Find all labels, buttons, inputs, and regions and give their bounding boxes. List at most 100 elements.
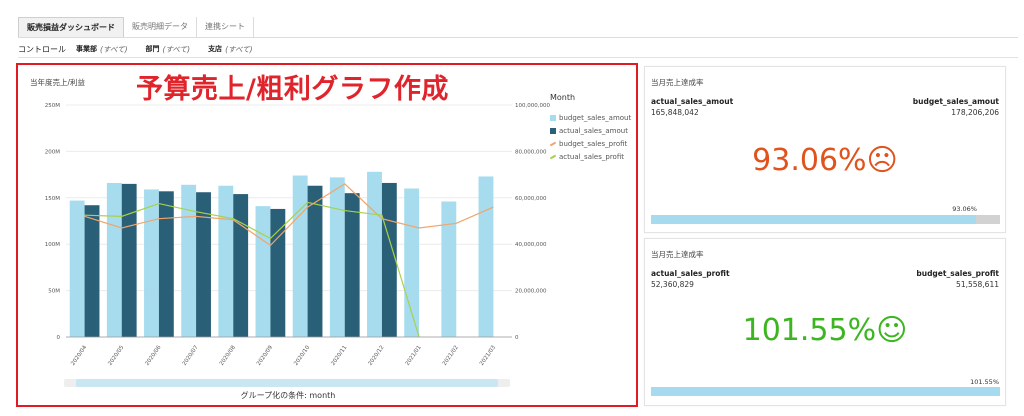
controls-bar: コントロール 事業部 (すべて) 部門 (すべて) 支店 (すべて)	[18, 42, 271, 56]
bar-budget-sales-amout	[478, 176, 494, 337]
legend-title: Month	[550, 93, 576, 102]
kpi-budget-label: budget_sales_amout	[912, 97, 999, 106]
legend-swatch-budget-sales-amout	[550, 114, 556, 121]
x-tick-label: 2021/01	[405, 345, 423, 367]
bar-budget-sales-amout	[367, 171, 382, 337]
annotation-title: 予算売上/粗利グラフ作成	[136, 74, 449, 105]
bar-budget-sales-amout	[144, 189, 159, 337]
right-tick-label: 80,000,000	[515, 149, 547, 155]
x-tick-label: 2020/04	[70, 344, 88, 367]
x-tick-label: 2020/07	[182, 344, 200, 367]
right-tick-label: 60,000,000	[515, 196, 547, 202]
bar-actual-sales-amout	[121, 183, 137, 337]
bar-budget-sales-amout	[292, 175, 308, 337]
right-tick-label: 0	[515, 335, 519, 341]
bar-budget-sales-amout	[441, 201, 457, 337]
legend-item-budget-sales-amout[interactable]: budget_sales_amout	[550, 111, 631, 124]
bar-actual-sales-amout	[233, 194, 249, 337]
kpi-progress-bar	[651, 215, 1000, 224]
filter-branch-label: 支店	[208, 45, 223, 53]
x-tick-label: 2020/06	[145, 344, 163, 367]
kpi-budget-label: budget_sales_profit	[916, 269, 999, 278]
bar-actual-sales-amout	[84, 205, 100, 337]
legend-label-actual-sales-profit: actual_sales_profit	[559, 152, 624, 161]
bar-budget-sales-amout	[329, 177, 345, 337]
right-tick-label: 40,000,000	[515, 242, 547, 248]
kpi-card-profit-achievement[interactable]: 当月売上達成率 actual_sales_profit 52,360,829 b…	[644, 238, 1006, 406]
bar-budget-sales-amout	[218, 185, 234, 337]
controls-title[interactable]: コントロール	[18, 44, 66, 55]
chart-scrollbar[interactable]	[64, 379, 510, 387]
sad-face-icon: ☹	[866, 143, 898, 178]
kpi-title: 当月売上達成率	[651, 78, 704, 87]
x-tick-label: 2020/05	[107, 344, 125, 367]
x-tick-label: 2020/10	[293, 344, 311, 367]
bar-actual-sales-amout	[307, 185, 323, 337]
filter-branch-value: (すべて)	[225, 44, 253, 54]
bar-actual-sales-amout	[158, 191, 174, 337]
x-tick-label: 2021/02	[442, 345, 460, 367]
left-tick-label: 200M	[45, 149, 60, 155]
x-tick-label: 2020/09	[256, 344, 274, 367]
kpi-title: 当月売上達成率	[651, 250, 704, 259]
kpi-budget-value: 51,558,611	[956, 280, 999, 289]
chart-scrollbar-thumb[interactable]	[76, 379, 498, 387]
kpi-percent: 101.55%	[742, 313, 877, 348]
kpi-actual-value: 165,848,042	[651, 108, 699, 117]
bar-budget-sales-amout	[106, 182, 122, 337]
legend-swatch-budget-sales-profit	[549, 141, 557, 146]
kpi-progress-fill	[651, 387, 1000, 396]
controls-divider	[18, 57, 1018, 58]
legend-item-actual-sales-amout[interactable]: actual_sales_amout	[550, 124, 631, 137]
kpi-actual-label: actual_sales_profit	[651, 269, 730, 278]
x-tick-label: 2020/12	[368, 345, 386, 367]
combo-chart[interactable]: 0 50M 100M 150M 200M 250M 0 20,000,000 40,000,00…	[18, 65, 636, 405]
chart-title: 当年度売上/利益	[30, 78, 86, 87]
kpi-progress-fill	[651, 215, 976, 224]
kpi-percent: 93.06%	[752, 143, 867, 178]
filter-branch[interactable]: 支店 (すべて)	[208, 44, 253, 55]
kpi-progress-label: 101.55%	[970, 378, 999, 386]
legend-item-budget-sales-profit[interactable]: budget_sales_profit	[549, 137, 631, 150]
x-tick-label: 2021/03	[479, 344, 497, 367]
filter-department-label: 部門	[145, 45, 160, 53]
filter-division-value: (すべて)	[100, 44, 128, 54]
group-by-label: グループ化の条件: month	[240, 391, 336, 400]
filter-division[interactable]: 事業部 (すべて)	[76, 44, 128, 55]
bar-actual-sales-amout	[270, 208, 286, 337]
tab-sales-dashboard[interactable]: 販売損益ダッシュボード	[18, 17, 124, 37]
filter-department-value: (すべて)	[162, 44, 191, 54]
kpi-progress-label: 93.06%	[952, 205, 977, 213]
left-tick-label: 150M	[45, 196, 60, 202]
right-tick-label: 20,000,000	[515, 289, 547, 295]
bar-budget-sales-amout	[404, 188, 420, 337]
filter-division-label: 事業部	[76, 45, 97, 53]
bar-budget-sales-amout	[69, 200, 85, 337]
kpi-big-value: 93.06%☹	[645, 143, 1005, 178]
kpi-progress-bar	[651, 387, 1000, 396]
left-tick-label: 250M	[45, 103, 60, 109]
smile-face-icon: ☺	[876, 313, 908, 348]
legend-swatch-actual-sales-profit	[549, 154, 557, 159]
legend-swatch-actual-sales-amout	[550, 127, 556, 134]
x-tick-label: 2020/11	[330, 345, 348, 367]
kpi-actual-label: actual_sales_amout	[651, 97, 734, 106]
kpi-big-value: 101.55%☺	[645, 313, 1005, 348]
left-tick-label: 0	[57, 335, 61, 341]
sales-profit-chart-panel[interactable]: 0 50M 100M 150M 200M 250M 0 20,000,000 40,000,00…	[16, 63, 638, 407]
bar-actual-sales-amout	[344, 193, 360, 337]
legend-item-actual-sales-profit[interactable]: actual_sales_profit	[549, 150, 631, 163]
legend-label-budget-sales-profit: budget_sales_profit	[559, 139, 628, 148]
kpi-card-sales-achievement[interactable]: 当月売上達成率 actual_sales_amout 165,848,042 b…	[644, 66, 1006, 233]
kpi-actual-value: 52,360,829	[651, 280, 694, 289]
left-tick-label: 50M	[48, 289, 60, 295]
chart-legend: Month budget_sales_amout actual_sales_am…	[549, 93, 631, 163]
bar-budget-sales-amout	[255, 206, 271, 337]
bar-budget-sales-amout	[181, 184, 197, 337]
bar-actual-sales-amout	[381, 182, 397, 337]
filter-department[interactable]: 部門 (すべて)	[146, 44, 191, 55]
tab-linked-sheet[interactable]: 連携シート	[197, 17, 254, 37]
right-tick-label: 100,000,000	[515, 103, 550, 109]
kpi-budget-value: 178,206,206	[951, 108, 999, 117]
tab-sales-detail[interactable]: 販売明細データ	[124, 17, 197, 37]
